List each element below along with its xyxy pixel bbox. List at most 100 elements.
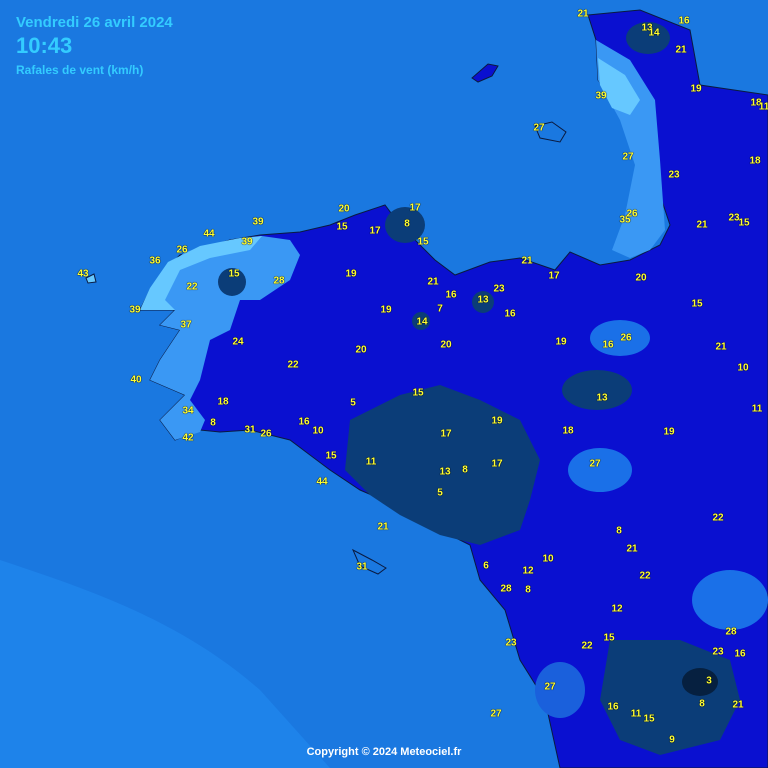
station-value: 8: [404, 218, 410, 230]
station-value: 24: [232, 336, 244, 348]
station-value: 26: [620, 332, 632, 344]
station-value: 8: [525, 584, 531, 596]
station-value: 13: [477, 294, 489, 306]
station-value: 21: [626, 543, 638, 555]
station-value: 22: [639, 570, 651, 582]
station-value: 8: [462, 464, 468, 476]
wind-gust-map: [0, 0, 768, 768]
station-value: 27: [622, 151, 634, 163]
station-value: 42: [182, 432, 194, 444]
station-value: 19: [345, 268, 357, 280]
station-value: 26: [626, 208, 638, 220]
station-value: 16: [734, 648, 746, 660]
station-value: 39: [129, 304, 141, 316]
station-value: 18: [562, 425, 574, 437]
station-value: 28: [500, 583, 512, 595]
station-value: 15: [412, 387, 424, 399]
gust-zone-27-south: [535, 662, 585, 718]
station-value: 19: [690, 83, 702, 95]
map-time: 10:43: [16, 33, 73, 58]
station-value: 23: [505, 637, 517, 649]
station-value: 10: [542, 553, 554, 565]
station-value: 19: [555, 336, 567, 348]
station-value: 28: [725, 626, 737, 638]
station-value: 16: [504, 308, 516, 320]
station-value: 8: [210, 417, 216, 429]
station-value: 19: [663, 426, 675, 438]
station-value: 20: [440, 339, 452, 351]
station-value: 18: [217, 396, 229, 408]
station-value: 15: [738, 217, 750, 229]
station-value: 27: [544, 681, 556, 693]
station-value: 13: [596, 392, 608, 404]
station-value: 21: [675, 44, 687, 56]
station-value: 16: [678, 15, 690, 27]
station-value: 15: [643, 713, 655, 725]
station-value: 5: [437, 487, 443, 499]
station-value: 39: [241, 236, 253, 248]
station-value: 10: [312, 425, 324, 437]
station-value: 20: [338, 203, 350, 215]
station-value: 17: [409, 202, 421, 214]
station-value: 21: [377, 521, 389, 533]
station-value: 22: [712, 512, 724, 524]
station-value: 15: [228, 268, 240, 280]
station-value: 16: [607, 701, 619, 713]
map-date: Vendredi 26 avril 2024: [16, 14, 173, 31]
station-value: 21: [715, 341, 727, 353]
station-value: 11: [751, 403, 763, 415]
station-value: 27: [490, 708, 502, 720]
station-value: 14: [416, 316, 428, 328]
station-value: 6: [483, 560, 489, 572]
station-value: 34: [182, 405, 194, 417]
station-value: 36: [149, 255, 161, 267]
station-value: 11: [758, 101, 768, 113]
copyright-notice: Copyright © 2024 Meteociel.fr: [306, 746, 462, 758]
station-value: 8: [616, 525, 622, 537]
station-value: 17: [548, 270, 560, 282]
station-value: 11: [630, 708, 642, 720]
low-gust-core: [682, 668, 718, 696]
station-value: 21: [696, 219, 708, 231]
station-value: 3: [706, 675, 712, 687]
station-value: 23: [493, 283, 505, 295]
station-value: 28: [273, 275, 285, 287]
station-value: 14: [648, 27, 660, 39]
station-value: 21: [521, 255, 533, 267]
station-value: 15: [691, 298, 703, 310]
station-value: 16: [298, 416, 310, 428]
station-value: 18: [749, 155, 761, 167]
station-value: 13: [439, 466, 451, 478]
low-gust-zone-13: [562, 370, 632, 410]
station-value: 37: [180, 319, 192, 331]
station-value: 7: [437, 303, 443, 315]
station-value: 15: [336, 221, 348, 233]
station-value: 21: [732, 699, 744, 711]
station-value: 19: [491, 415, 503, 427]
gust-zone-27: [568, 448, 632, 492]
station-value: 17: [369, 225, 381, 237]
station-value: 27: [533, 122, 545, 134]
station-value: 22: [287, 359, 299, 371]
station-value: 17: [440, 428, 452, 440]
station-value: 39: [595, 90, 607, 102]
station-value: 26: [260, 428, 272, 440]
station-value: 19: [380, 304, 392, 316]
station-value: 21: [577, 8, 589, 20]
station-value: 11: [365, 456, 377, 468]
station-value: 23: [712, 646, 724, 658]
station-value: 39: [252, 216, 264, 228]
station-value: 27: [589, 458, 601, 470]
station-value: 43: [77, 268, 89, 280]
station-value: 16: [602, 339, 614, 351]
station-value: 15: [417, 236, 429, 248]
station-value: 26: [176, 244, 188, 256]
station-value: 22: [581, 640, 593, 652]
station-value: 12: [611, 603, 623, 615]
station-value: 44: [316, 476, 328, 488]
station-value: 12: [522, 565, 534, 577]
station-value: 22: [186, 281, 198, 293]
station-value: 31: [356, 561, 368, 573]
gust-zone-28: [692, 570, 768, 630]
station-value: 9: [669, 734, 675, 746]
